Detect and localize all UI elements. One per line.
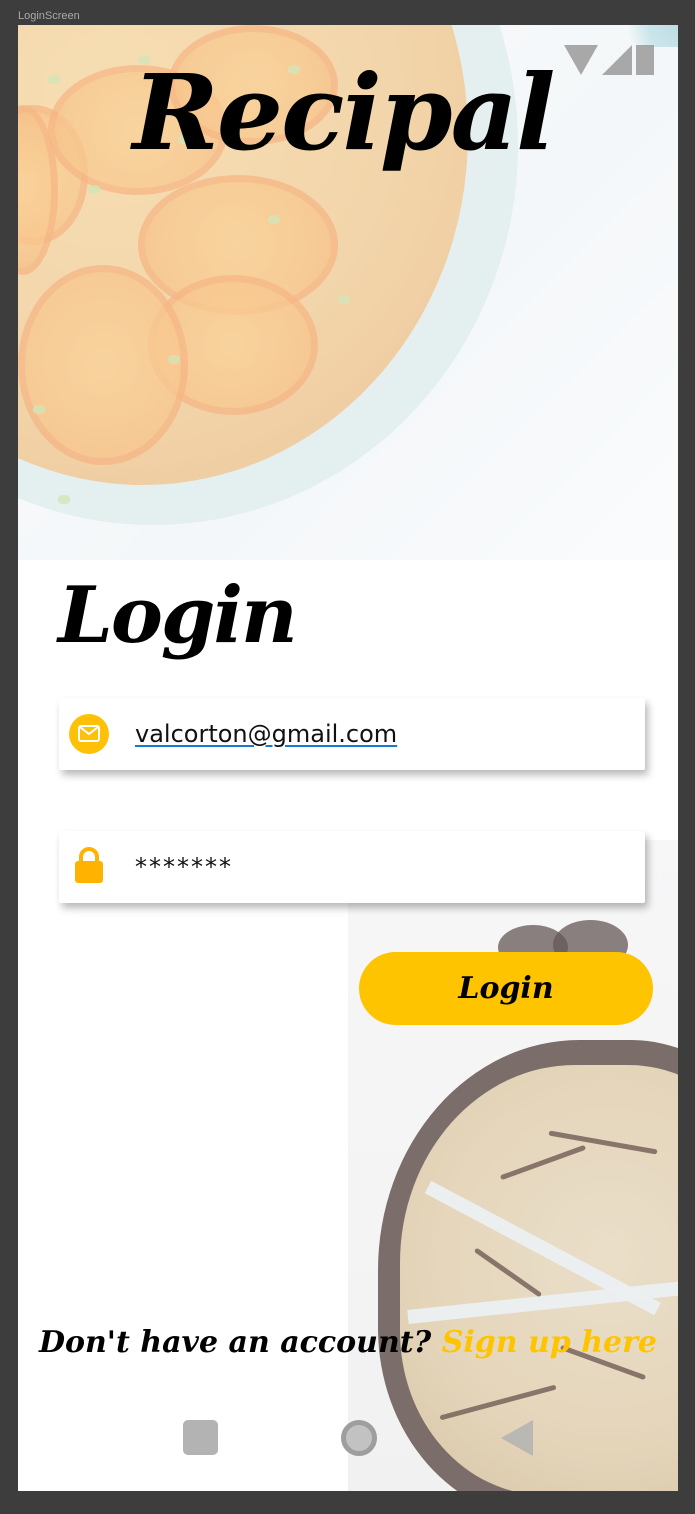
home-icon[interactable] bbox=[341, 1420, 377, 1456]
password-input[interactable] bbox=[135, 847, 615, 887]
back-icon[interactable] bbox=[501, 1420, 533, 1456]
password-field[interactable] bbox=[59, 831, 645, 903]
frame-label: LoginScreen bbox=[18, 10, 80, 22]
email-input[interactable] bbox=[135, 714, 615, 754]
login-screen: Recipal Login valcorton@gmail.com ******… bbox=[18, 25, 678, 1491]
login-button[interactable]: Login bbox=[359, 952, 653, 1025]
lock-icon bbox=[74, 846, 104, 888]
navigation-bar bbox=[18, 1415, 678, 1463]
email-field[interactable] bbox=[59, 698, 645, 770]
dessert-image-chocolate-tart bbox=[348, 840, 678, 1491]
mail-icon bbox=[69, 714, 109, 754]
signup-prompt: Don't have an account? Sign up here bbox=[18, 1325, 678, 1360]
signup-prompt-text: Don't have an account? bbox=[38, 1325, 432, 1360]
recents-icon[interactable] bbox=[183, 1420, 218, 1455]
app-title: Recipal bbox=[132, 51, 555, 174]
signup-link[interactable]: Sign up here bbox=[442, 1325, 657, 1360]
login-heading: Login bbox=[58, 570, 298, 661]
